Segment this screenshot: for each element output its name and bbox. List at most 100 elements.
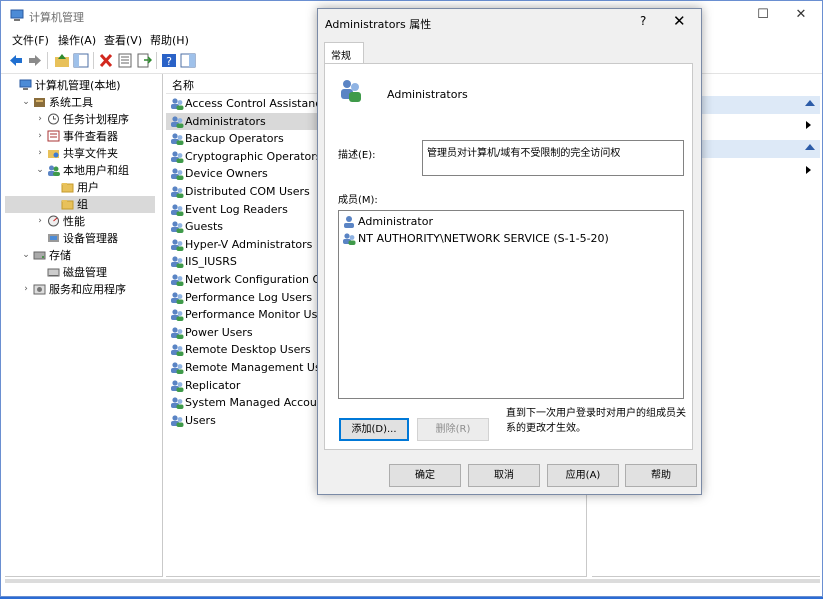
collapse-icon <box>805 144 815 150</box>
tree-item[interactable]: 计算机管理(本地) <box>5 77 155 94</box>
collapse-chevron-icon[interactable]: ⌄ <box>35 162 45 179</box>
group-list-label: Remote Management Users <box>185 361 318 374</box>
ok-button[interactable]: 确定 <box>389 464 461 487</box>
device-manager-icon <box>48 234 59 242</box>
show-hide-tree-icon[interactable] <box>73 53 89 68</box>
expand-chevron-icon[interactable]: › <box>21 281 31 298</box>
remove-member-button[interactable]: 删除(R) <box>417 418 489 441</box>
group-list-item[interactable]: Backup Operators <box>166 130 318 147</box>
group-list-item[interactable]: Performance Log Users <box>166 289 318 306</box>
group-icon <box>171 362 184 374</box>
expand-chevron-icon[interactable]: › <box>35 111 45 128</box>
group-icon <box>171 397 184 410</box>
tree-item[interactable]: 用户 <box>5 179 155 196</box>
tab-general[interactable]: 常规 <box>324 42 364 64</box>
group-list-item[interactable]: Administrators <box>166 112 318 130</box>
event-viewer-icon <box>47 130 60 142</box>
collapse-chevron-icon[interactable]: ⌄ <box>21 247 31 264</box>
tree-item[interactable]: 磁盘管理 <box>5 264 155 281</box>
group-list-item[interactable]: Remote Management Users <box>166 359 318 376</box>
menu-view[interactable]: 查看(V) <box>104 32 142 48</box>
user-icon <box>344 216 354 228</box>
dialog-close-button[interactable]: ✕ <box>673 12 686 30</box>
group-list-item[interactable]: Power Users <box>166 324 318 341</box>
group-icon <box>171 221 184 234</box>
close-window-button[interactable]: ✕ <box>784 5 818 25</box>
dialog-title: Administrators 属性 <box>325 18 432 31</box>
expand-chevron-icon[interactable]: › <box>35 213 45 230</box>
group-list-label: Administrators <box>185 114 266 128</box>
group-list-item[interactable]: Users <box>166 412 318 429</box>
group-list-item[interactable]: Access Control Assistance Operators <box>166 95 318 112</box>
general-tab-panel: Administrators 描述(E): 管理员对计算机/域有不受限制的完全访… <box>324 63 693 450</box>
delete-icon[interactable] <box>98 53 114 68</box>
add-member-button[interactable]: 添加(D)... <box>339 418 409 441</box>
collapse-chevron-icon[interactable]: ⌄ <box>21 94 31 111</box>
expand-chevron-icon[interactable]: › <box>35 145 45 162</box>
computer-icon <box>19 79 32 90</box>
dialog-help-button[interactable]: ? <box>640 14 646 28</box>
group-list-label: Users <box>185 413 216 427</box>
tree-item[interactable]: › 事件查看器 <box>5 128 155 145</box>
group-icon <box>171 256 184 269</box>
group-list-label: Event Log Readers <box>185 202 288 216</box>
group-list-item[interactable]: Network Configuration Operators <box>166 271 318 288</box>
group-list-item[interactable]: Cryptographic Operators <box>166 148 318 165</box>
tree-item-label: 任务计划程序 <box>63 113 129 126</box>
members-list[interactable]: Administrator NT AUTHORITY\NETWORK SERVIC… <box>338 210 684 399</box>
tree-item[interactable]: 设备管理器 <box>5 230 155 247</box>
apply-button[interactable]: 应用(A) <box>547 464 619 487</box>
maximize-button[interactable]: ☐ <box>746 5 780 25</box>
group-list-item[interactable]: Event Log Readers <box>166 201 318 218</box>
more-actions-arrow-icon[interactable] <box>806 166 811 174</box>
export-list-icon[interactable] <box>136 53 152 68</box>
tree-item[interactable]: ⌄ 系统工具 <box>5 94 155 111</box>
menu-file[interactable]: 文件(F) <box>12 32 49 48</box>
group-list-item[interactable]: Remote Desktop Users <box>166 341 318 358</box>
expand-chevron-icon[interactable]: › <box>35 128 45 145</box>
disk-icon <box>47 268 60 277</box>
description-field[interactable]: 管理员对计算机/域有不受限制的完全访问权 <box>422 140 684 176</box>
cancel-button[interactable]: 取消 <box>468 464 540 487</box>
group-list-label: Power Users <box>185 325 253 339</box>
more-actions-arrow-icon[interactable] <box>806 121 811 129</box>
member-name: Administrator <box>358 215 433 228</box>
group-list-item[interactable]: System Managed Accounts Group <box>166 394 318 411</box>
svg-text:?: ? <box>166 55 172 68</box>
group-list-item[interactable]: Device Owners <box>166 165 318 182</box>
group-list-label: Network Configuration Operators <box>185 273 318 286</box>
group-list-item[interactable]: Guests <box>166 218 318 235</box>
tree-item[interactable]: ⌄ 本地用户和组 <box>5 162 155 179</box>
back-arrow-icon[interactable] <box>8 53 24 68</box>
group-name: Administrators <box>387 88 468 101</box>
help-button[interactable]: 帮助 <box>625 464 697 487</box>
tree-item[interactable]: › 共享文件夹 <box>5 145 155 162</box>
tree-item[interactable]: › 服务和应用程序 <box>5 281 155 298</box>
performance-icon <box>48 215 59 227</box>
membership-note: 直到下一次用户登录时对用户的组成员关系的更改才生效。 <box>506 408 686 434</box>
properties-icon[interactable] <box>117 53 133 68</box>
action-pane-icon[interactable] <box>180 53 196 68</box>
group-list-item[interactable]: Performance Monitor Users <box>166 306 318 323</box>
menu-action[interactable]: 操作(A) <box>58 32 96 48</box>
tree-item-label: 磁盘管理 <box>63 266 107 279</box>
group-list-item[interactable]: IIS_IUSRS <box>166 253 318 270</box>
help-icon[interactable]: ? <box>161 53 177 68</box>
horizontal-scrollbar[interactable] <box>5 579 820 583</box>
group-list-item[interactable]: Hyper-V Administrators <box>166 236 318 253</box>
tree-item-label: 事件查看器 <box>63 130 118 143</box>
forward-arrow-icon[interactable] <box>27 53 43 68</box>
tree-item[interactable]: › 性能 <box>5 213 155 230</box>
menu-help[interactable]: 帮助(H) <box>150 32 189 48</box>
group-icon <box>171 274 184 286</box>
group-icon <box>171 133 184 146</box>
tree-item[interactable]: ⌄ 存储 <box>5 247 155 264</box>
tree-item[interactable]: 组 <box>5 196 155 213</box>
group-list-item[interactable]: Replicator <box>166 377 318 394</box>
up-folder-icon[interactable] <box>54 53 70 68</box>
tree-item-label: 共享文件夹 <box>63 147 118 160</box>
group-list-item[interactable]: Distributed COM Users <box>166 183 318 200</box>
tree-item[interactable]: › 任务计划程序 <box>5 111 155 128</box>
group-list-label: Replicator <box>185 378 241 392</box>
window-title: 计算机管理 <box>29 11 84 24</box>
